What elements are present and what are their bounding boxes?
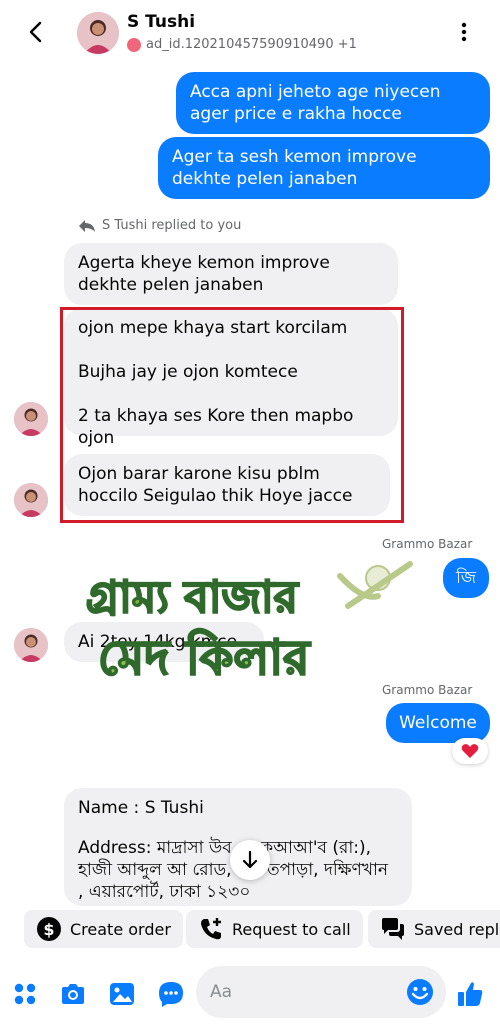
message-input[interactable] (210, 980, 400, 1004)
saved-replies-button[interactable]: Saved replies (368, 910, 500, 948)
message-outgoing[interactable]: জি (443, 558, 489, 598)
gallery-icon[interactable] (108, 980, 136, 1008)
contact-subtitle: ad_id.120210457590910490 +1 (127, 37, 357, 52)
dollar-icon: $ (37, 917, 61, 941)
like-thumb-icon[interactable] (456, 980, 484, 1008)
message-input-box[interactable] (196, 966, 446, 1018)
camera-icon[interactable] (59, 980, 87, 1008)
back-icon[interactable] (22, 18, 50, 46)
heart-reaction-icon[interactable] (452, 738, 488, 764)
contact-name[interactable]: S Tushi (127, 12, 195, 32)
messenger-bubble-icon[interactable] (157, 980, 185, 1008)
chat-header: S Tushi ad_id.120210457590910490 +1 (0, 0, 500, 66)
message-line: Name : S Tushi (78, 798, 204, 818)
request-call-button[interactable]: Request to call (186, 910, 363, 948)
quick-actions-bar: $ Create order Request to call Saved rep… (0, 906, 500, 952)
avatar[interactable] (14, 402, 48, 436)
highlight-box (60, 307, 404, 523)
svg-text:$: $ (43, 920, 54, 939)
message-outgoing[interactable]: Ager ta sesh kemon improve dekhte pelen … (158, 137, 490, 199)
avatar[interactable] (14, 628, 48, 662)
sender-label: Grammo Bazar (382, 537, 473, 551)
create-order-button[interactable]: $ Create order (24, 910, 183, 948)
apps-grid-icon[interactable] (11, 980, 39, 1008)
ad-id-text: ad_id.120210457590910490 +1 (146, 37, 357, 52)
avatar[interactable] (14, 483, 48, 517)
reply-label-text: S Tushi replied to you (102, 218, 242, 233)
message-incoming[interactable]: Agerta kheye kemon improve dekhte pelen … (64, 243, 398, 305)
phone-plus-icon (201, 918, 221, 940)
reply-label: S Tushi replied to you (78, 218, 241, 233)
more-options-icon[interactable] (452, 20, 476, 44)
create-order-label: Create order (70, 919, 171, 939)
chat-bubbles-icon (382, 918, 404, 940)
request-call-label: Request to call (232, 919, 351, 939)
emoji-icon[interactable] (406, 978, 434, 1006)
reply-icon (79, 219, 95, 232)
arrow-down-icon (242, 850, 258, 869)
message-incoming[interactable]: Ai 2tey 14kg kmce (64, 622, 264, 662)
saved-replies-label: Saved replies (414, 919, 500, 939)
message-outgoing[interactable]: Acca apni jeheto age niyecen ager price … (176, 72, 490, 134)
scroll-to-bottom-button[interactable] (230, 840, 270, 880)
ad-dot-icon (127, 37, 141, 52)
avatar[interactable] (77, 12, 119, 54)
sender-label: Grammo Bazar (382, 683, 473, 697)
watermark-line1: গ্রাম্য বাজার (86, 572, 300, 623)
message-outgoing[interactable]: Welcome (386, 703, 490, 743)
